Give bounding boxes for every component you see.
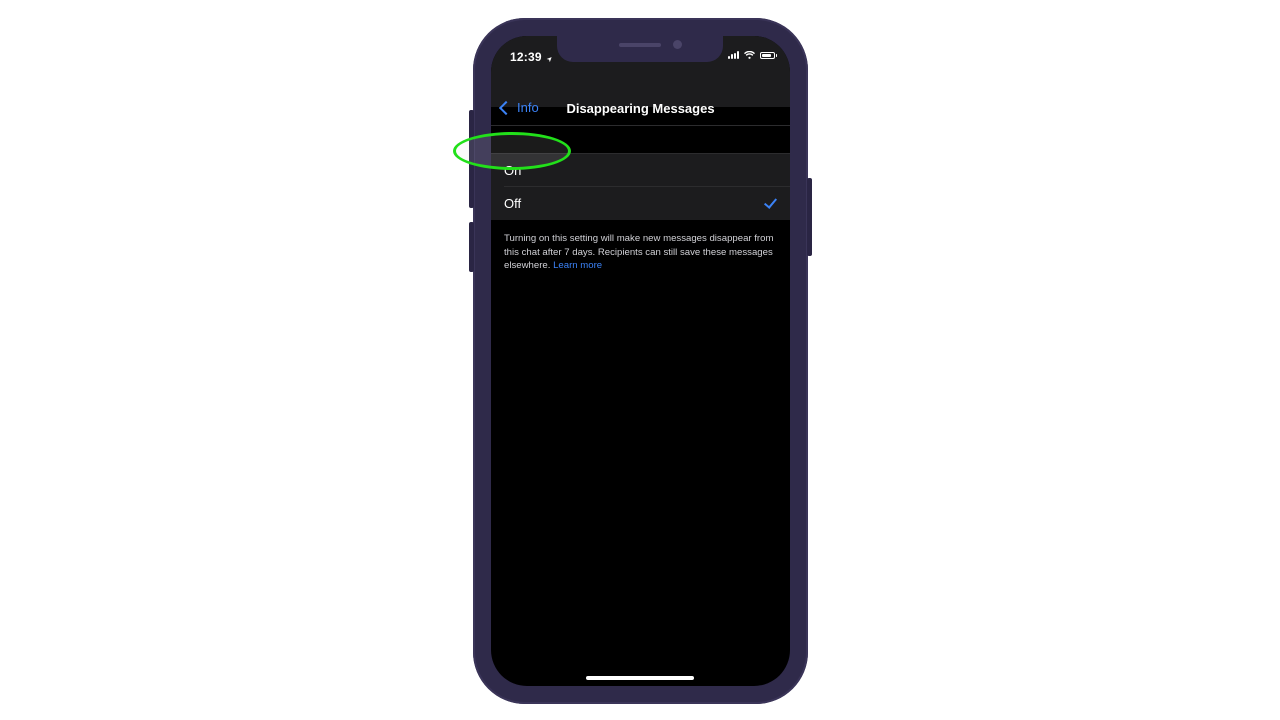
- home-indicator[interactable]: [586, 676, 694, 680]
- battery-icon: [760, 51, 777, 59]
- volume-down-button: [469, 222, 474, 272]
- power-button: [807, 178, 812, 256]
- volume-up-button: [469, 110, 474, 208]
- footer-description-text: Turning on this setting will make new me…: [504, 233, 774, 271]
- nav-divider: [491, 125, 790, 126]
- page-title: Disappearing Messages: [566, 101, 715, 116]
- status-time-text: 12:39: [510, 50, 542, 64]
- checkmark-icon: [763, 195, 778, 209]
- options-list: On Off: [491, 153, 790, 220]
- learn-more-link[interactable]: Learn more: [553, 260, 602, 271]
- notch: [557, 36, 723, 62]
- option-off-label: Off: [504, 196, 522, 211]
- option-on[interactable]: On: [491, 154, 790, 187]
- phone-screen: 12:39 ➤ Info Disappearing Messages On Of…: [491, 36, 790, 686]
- cellular-signal-icon: [728, 51, 739, 59]
- status-time: 12:39 ➤: [510, 50, 555, 64]
- stage: 12:39 ➤ Info Disappearing Messages On Of…: [0, 0, 1280, 720]
- status-icons: [728, 51, 777, 59]
- wifi-icon: [744, 51, 755, 59]
- footer-description: Turning on this setting will make new me…: [504, 232, 780, 273]
- option-on-label: On: [504, 163, 522, 178]
- front-camera: [673, 40, 682, 49]
- option-off[interactable]: Off: [491, 187, 790, 220]
- speaker-grille: [619, 43, 661, 47]
- phone-frame: 12:39 ➤ Info Disappearing Messages On Of…: [469, 18, 812, 704]
